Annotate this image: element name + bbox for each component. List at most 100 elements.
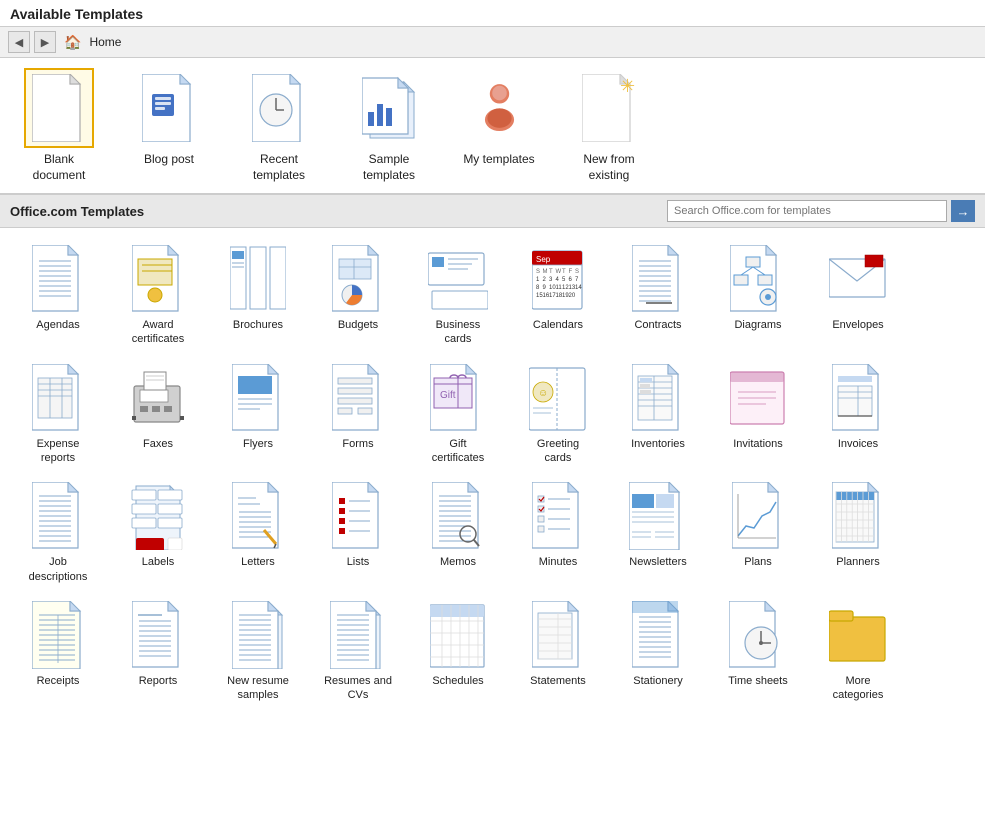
new-from-existing-label: New fromexisting: [583, 152, 634, 183]
blog-post-label: Blog post: [144, 152, 194, 168]
invitations-icon: [726, 363, 790, 433]
statements-icon: [526, 600, 590, 670]
template-item-envelopes[interactable]: Envelopes: [808, 238, 908, 353]
search-input[interactable]: [667, 200, 947, 222]
home-label: Home: [89, 35, 121, 49]
nav-bar: ◀ ▶ 🏠 Home: [0, 27, 985, 58]
greeting-cards-label: Greetingcards: [537, 437, 579, 466]
business-cards-icon: [426, 244, 490, 314]
template-item-statements[interactable]: Statements: [508, 594, 608, 709]
agendas-label: Agendas: [36, 318, 79, 332]
time-sheets-icon: [726, 600, 790, 670]
award-certs-label: Awardcertificates: [132, 318, 185, 347]
svg-text:✳: ✳: [620, 76, 635, 96]
template-item-budgets[interactable]: Budgets: [308, 238, 408, 353]
template-item-gift-certs[interactable]: Gift Giftcertificates: [408, 357, 508, 472]
diagrams-icon: [726, 244, 790, 314]
top-template-sample[interactable]: Sampletemplates: [344, 68, 434, 183]
letters-icon: [226, 481, 290, 551]
template-item-diagrams[interactable]: Diagrams: [708, 238, 808, 353]
svg-text:Gift: Gift: [440, 390, 456, 401]
template-item-job-desc[interactable]: Jobdescriptions: [8, 475, 108, 590]
recent-templates-label: Recenttemplates: [253, 152, 305, 183]
receipts-label: Receipts: [37, 674, 80, 688]
svg-text:S: S: [575, 269, 579, 275]
template-item-business-cards[interactable]: Businesscards: [408, 238, 508, 353]
section-header: Office.com Templates →: [0, 194, 985, 228]
template-item-award-certs[interactable]: Awardcertificates: [108, 238, 208, 353]
gift-certs-label: Giftcertificates: [432, 437, 485, 466]
template-item-minutes[interactable]: Minutes: [508, 475, 608, 590]
greeting-cards-icon: ☺: [526, 363, 590, 433]
search-box: →: [667, 200, 975, 222]
svg-text:F: F: [569, 269, 573, 275]
template-item-letters[interactable]: Letters: [208, 475, 308, 590]
template-item-receipts[interactable]: Receipts: [8, 594, 108, 709]
template-item-newsletters[interactable]: Newsletters: [608, 475, 708, 590]
memos-label: Memos: [440, 555, 476, 569]
template-item-forms[interactable]: Forms: [308, 357, 408, 472]
stationery-icon: [626, 600, 690, 670]
template-item-planners[interactable]: Planners: [808, 475, 908, 590]
template-item-flyers[interactable]: Flyers: [208, 357, 308, 472]
template-item-invitations[interactable]: Invitations: [708, 357, 808, 472]
template-item-agendas[interactable]: Agendas: [8, 238, 108, 353]
newsletters-icon: [626, 481, 690, 551]
template-item-memos[interactable]: Memos: [408, 475, 508, 590]
minutes-icon: [526, 481, 590, 551]
top-template-my[interactable]: My templates: [454, 68, 544, 168]
back-button[interactable]: ◀: [8, 31, 30, 53]
top-template-recent[interactable]: Recenttemplates: [234, 68, 324, 183]
top-template-blog[interactable]: Blog post: [124, 68, 214, 168]
template-item-faxes[interactable]: Faxes: [108, 357, 208, 472]
calendars-label: Calendars: [533, 318, 583, 332]
template-item-brochures[interactable]: Brochures: [208, 238, 308, 353]
my-templates-label: My templates: [463, 152, 534, 168]
template-item-lists[interactable]: Lists: [308, 475, 408, 590]
top-template-existing[interactable]: ✳ New fromexisting: [564, 68, 654, 183]
diagrams-label: Diagrams: [734, 318, 781, 332]
svg-text:20: 20: [569, 293, 576, 299]
award-certs-icon: [126, 244, 190, 314]
newsletters-label: Newsletters: [629, 555, 686, 569]
template-item-inventories[interactable]: Inventories: [608, 357, 708, 472]
template-item-labels[interactable]: Labels: [108, 475, 208, 590]
schedules-label: Schedules: [432, 674, 483, 688]
template-item-contracts[interactable]: Contracts: [608, 238, 708, 353]
template-item-reports[interactable]: Reports: [108, 594, 208, 709]
top-template-blank[interactable]: Blankdocument: [14, 68, 104, 183]
template-item-calendars[interactable]: Sep SMTWTFS 1234567891011121314151617181…: [508, 238, 608, 353]
page-title: Available Templates: [0, 0, 985, 27]
template-item-greeting-cards[interactable]: ☺ Greetingcards: [508, 357, 608, 472]
template-item-resumes-cvs[interactable]: Resumes andCVs: [308, 594, 408, 709]
resumes-cvs-icon: [326, 600, 390, 670]
new-resume-label: New resumesamples: [227, 674, 289, 703]
schedules-icon: [426, 600, 490, 670]
search-button[interactable]: →: [951, 200, 975, 222]
template-item-plans[interactable]: Plans: [708, 475, 808, 590]
svg-text:W: W: [556, 269, 562, 275]
page-container: Available Templates ◀ ▶ 🏠 Home Blankdocu…: [0, 0, 985, 719]
template-item-new-resume[interactable]: New resumesamples: [208, 594, 308, 709]
plans-label: Plans: [744, 555, 772, 569]
envelopes-icon: [826, 244, 890, 314]
template-item-time-sheets[interactable]: Time sheets: [708, 594, 808, 709]
gift-certs-icon: Gift: [426, 363, 490, 433]
svg-text:T: T: [562, 269, 566, 275]
template-item-expense-reports[interactable]: Expensereports: [8, 357, 108, 472]
template-item-schedules[interactable]: Schedules: [408, 594, 508, 709]
svg-text:Sep: Sep: [536, 255, 551, 264]
memos-icon: [426, 481, 490, 551]
svg-text:14: 14: [575, 285, 582, 291]
template-item-more[interactable]: Morecategories: [808, 594, 908, 709]
forms-label: Forms: [342, 437, 373, 451]
template-item-invoices[interactable]: Invoices: [808, 357, 908, 472]
business-cards-label: Businesscards: [436, 318, 481, 347]
minutes-label: Minutes: [539, 555, 578, 569]
more-icon: [826, 600, 890, 670]
template-item-stationery[interactable]: Stationery: [608, 594, 708, 709]
budgets-icon: [326, 244, 390, 314]
forward-button[interactable]: ▶: [34, 31, 56, 53]
svg-text:T: T: [549, 269, 553, 275]
svg-text:M: M: [543, 269, 548, 275]
